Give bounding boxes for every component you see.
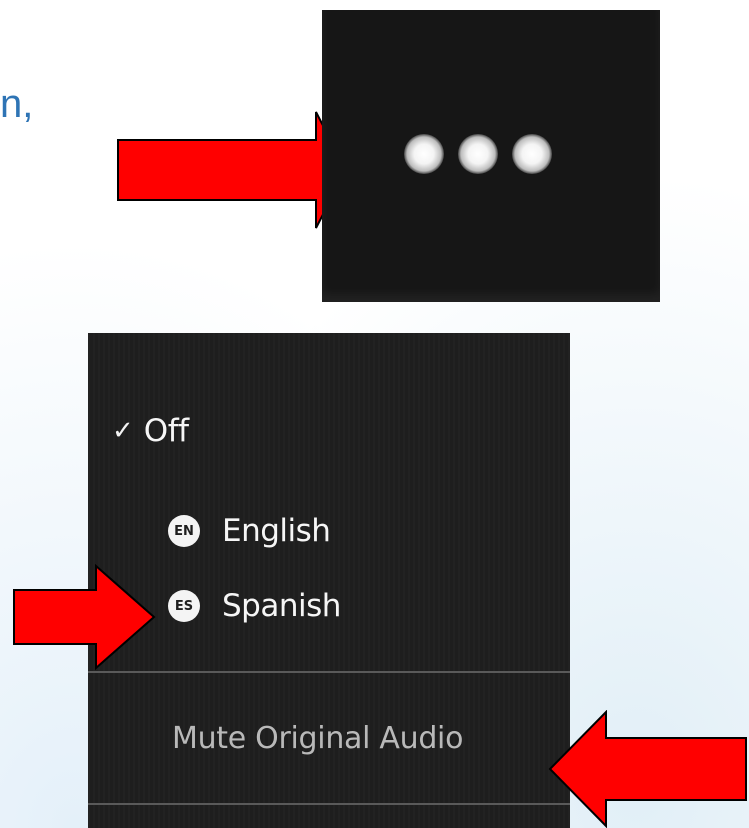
slide-partial-text: n,	[0, 82, 34, 126]
dot	[458, 134, 498, 174]
menu-item-label: Spanish	[222, 588, 341, 624]
menu-divider	[88, 803, 570, 805]
checkmark-icon: ✓	[112, 416, 134, 446]
menu-item-mute-original-audio[interactable]: Mute Original Audio	[172, 721, 463, 756]
menu-item-label: Mute Original Audio	[172, 721, 464, 756]
spanish-badge-icon: ES	[168, 590, 200, 622]
menu-item-spanish[interactable]: ES Spanish	[168, 588, 341, 624]
pointer-arrow-mute	[548, 710, 747, 828]
menu-item-label: English	[222, 513, 331, 549]
interpretation-menu: ✓ Off EN English ES Spanish Mute Origina…	[88, 333, 570, 828]
menu-item-label: Off	[143, 413, 189, 449]
dot	[404, 134, 444, 174]
more-options-icon	[404, 134, 552, 174]
menu-item-off[interactable]: ✓ Off	[112, 413, 189, 449]
english-badge-icon: EN	[168, 515, 200, 547]
more-options-button[interactable]	[322, 10, 660, 302]
menu-item-english[interactable]: EN English	[168, 513, 331, 549]
menu-divider	[88, 671, 570, 673]
pointer-arrow-more	[117, 111, 348, 229]
pointer-arrow-spanish	[13, 564, 156, 670]
dot	[512, 134, 552, 174]
